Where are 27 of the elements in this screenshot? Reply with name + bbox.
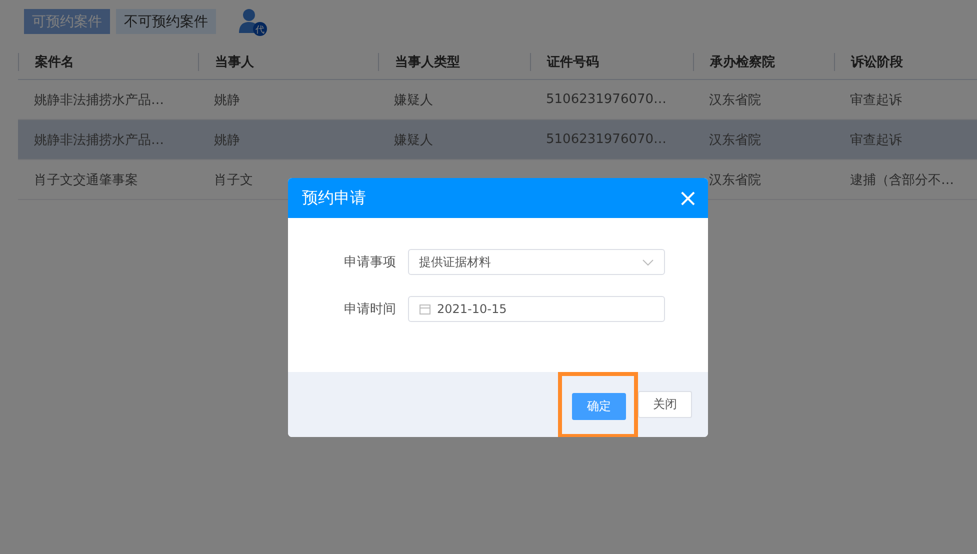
table-cell-text: 5106231976070… xyxy=(545,132,668,147)
column-header: 承办检察院 xyxy=(693,53,834,71)
table-cell-text: 审查起诉 xyxy=(849,132,903,148)
field-label: 申请时间 xyxy=(343,301,397,318)
column-header: 当事人类型 xyxy=(378,53,530,71)
column-header: 当事人 xyxy=(198,53,378,71)
field-value: 提供证据材料 xyxy=(419,254,492,270)
table-cell-text: 肖子文交通肇事案 xyxy=(33,172,139,188)
table-cell-text: 姚静 xyxy=(213,92,241,108)
column-header: 证件号码 xyxy=(530,53,693,71)
table-cell-text: 姚静非法捕捞水产品… xyxy=(33,92,165,108)
field-label: 申请事项 xyxy=(343,254,397,271)
table-cell-text: 嫌疑人 xyxy=(393,132,434,148)
dialog-title: 预约申请 xyxy=(302,188,366,208)
table-cell-text: 汉东省院 xyxy=(708,92,762,108)
field-value: 2021-10-15 xyxy=(437,302,508,316)
column-header: 诉讼阶段 xyxy=(834,53,977,71)
table-cell-text: 审查起诉 xyxy=(849,92,903,108)
table-cell-text: 汉东省院 xyxy=(708,172,762,188)
table-cell-text: 汉东省院 xyxy=(708,132,762,148)
table-cell-text: 肖子文 xyxy=(213,172,254,188)
table-cell-text: 姚静非法捕捞水产品… xyxy=(33,132,165,148)
column-header: 案件名 xyxy=(18,53,198,71)
table-cell-text: 嫌疑人 xyxy=(393,92,434,108)
table-cell-text: 5106231976070… xyxy=(545,92,668,107)
table-cell-text: 姚静 xyxy=(213,132,241,148)
table-cell-text: 逮捕（含部分不… xyxy=(849,172,955,188)
